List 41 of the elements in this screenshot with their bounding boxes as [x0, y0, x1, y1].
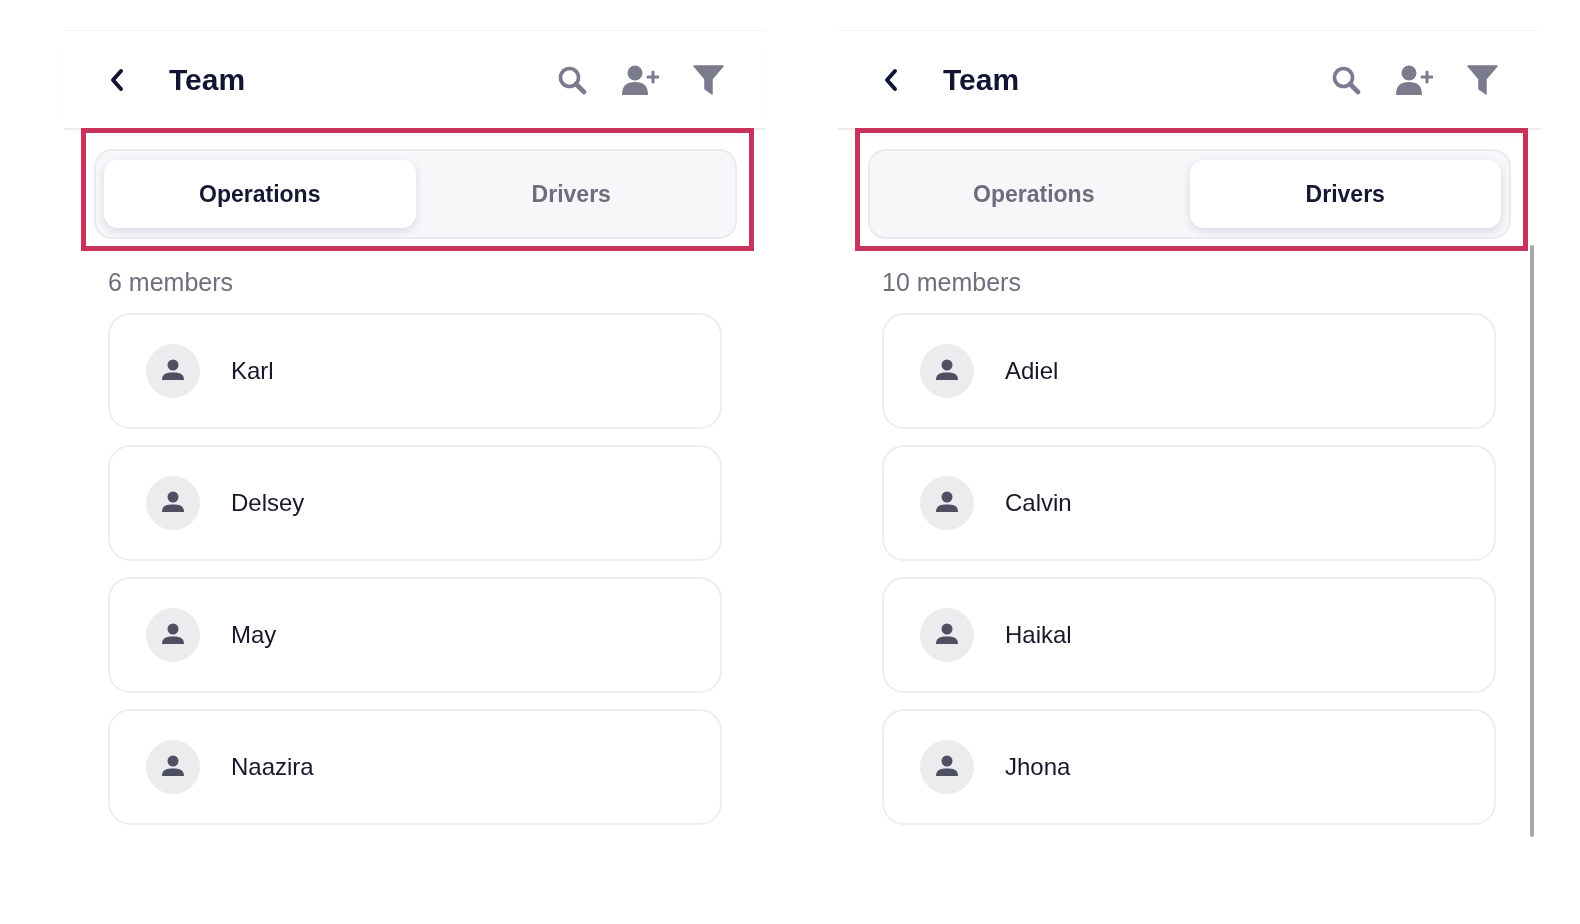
avatar-icon: [146, 608, 200, 662]
member-name: Karl: [231, 357, 274, 385]
avatar-icon: [146, 476, 200, 530]
member-count: 10 members: [882, 269, 1021, 295]
tab[interactable]: Operations: [104, 160, 416, 228]
add-person-icon[interactable]: [1395, 64, 1433, 95]
avatar-icon: [920, 476, 974, 530]
member-name: Jhona: [1005, 753, 1071, 781]
member-card[interactable]: Adiel: [882, 313, 1496, 429]
member-card[interactable]: May: [108, 577, 722, 693]
member-name: Adiel: [1005, 357, 1059, 385]
filter-icon[interactable]: [693, 64, 724, 95]
tab[interactable]: Drivers: [1189, 160, 1501, 228]
member-card[interactable]: Haikal: [882, 577, 1496, 693]
avatar-icon: [920, 608, 974, 662]
page-title: Team: [169, 62, 246, 97]
tab[interactable]: Operations: [878, 160, 1190, 228]
avatar-icon: [920, 344, 974, 398]
search-icon[interactable]: [1331, 64, 1361, 95]
member-count: 6 members: [108, 269, 234, 295]
member-card[interactable]: Karl: [108, 313, 722, 429]
member-card[interactable]: Naazira: [108, 709, 722, 825]
member-card[interactable]: Jhona: [882, 709, 1496, 825]
avatar-icon: [146, 344, 200, 398]
member-name: Naazira: [231, 753, 314, 781]
page-title: Team: [943, 62, 1020, 97]
member-name: Calvin: [1005, 489, 1072, 517]
member-name: Delsey: [231, 489, 305, 517]
add-person-icon[interactable]: [621, 64, 659, 95]
tab[interactable]: Drivers: [415, 160, 727, 228]
member-card[interactable]: Delsey: [108, 445, 722, 561]
avatar-icon: [146, 740, 200, 794]
member-name: May: [231, 621, 277, 649]
member-name: Haikal: [1005, 621, 1072, 649]
scrollbar[interactable]: [1530, 245, 1534, 837]
member-card[interactable]: Calvin: [882, 445, 1496, 561]
filter-icon[interactable]: [1467, 64, 1498, 95]
back-button[interactable]: [882, 67, 900, 92]
avatar-icon: [920, 740, 974, 794]
back-button[interactable]: [108, 67, 126, 92]
search-icon[interactable]: [557, 64, 587, 95]
